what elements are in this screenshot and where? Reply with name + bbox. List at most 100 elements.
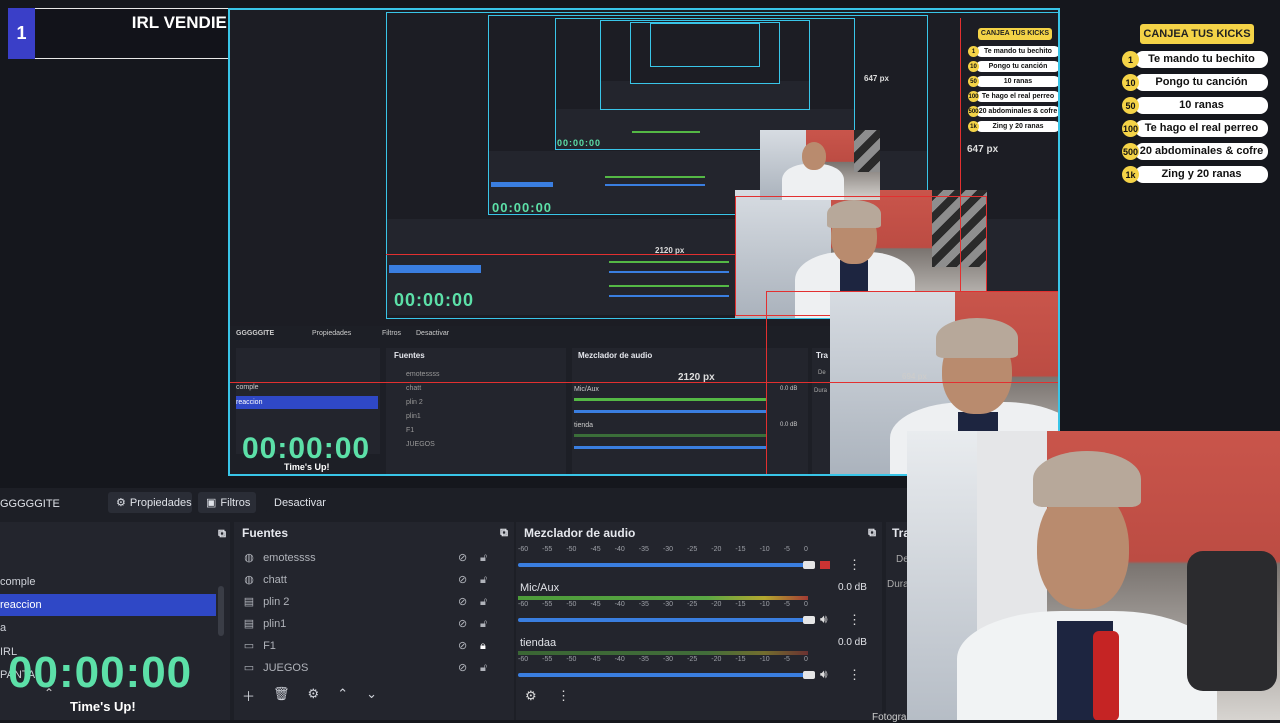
deactivate-label: Desactivar: [274, 496, 326, 509]
obs-echo-mixer-title: Mezclador de audio: [578, 351, 653, 360]
obs-echo-mic-label: Mic/Aux: [574, 386, 599, 393]
more-icon[interactable]: ⋮: [557, 688, 570, 704]
scale-tick: -5: [783, 546, 790, 553]
kick-label: 10 ranas: [1135, 97, 1268, 114]
eye-hidden-icon[interactable]: ⊘: [458, 569, 467, 591]
kick-badge: 10: [1122, 74, 1139, 91]
scale-tick: -30: [662, 546, 674, 553]
source-item[interactable]: ▤ plin1 ⊘ 🔓︎: [242, 613, 487, 635]
trash-icon[interactable]: 🗑︎: [273, 686, 290, 704]
eye-hidden-icon[interactable]: ⊘: [458, 547, 467, 569]
source-item[interactable]: ▤ plin 2 ⊘ 🔓︎: [242, 591, 487, 613]
volume-slider[interactable]: [518, 673, 808, 677]
unlock-icon[interactable]: 🔓︎: [480, 591, 487, 613]
eye-hidden-icon[interactable]: ⊘: [458, 591, 467, 613]
mixer-scale: -60 -55 -50 -45 -40 -35 -30 -25 -20 -15 -10 -5 0: [518, 601, 808, 608]
scale-tick: -10: [759, 601, 770, 608]
source-name: JUEGOS: [263, 662, 309, 674]
kick-badge: 50: [1122, 97, 1139, 114]
kick-echo-badge: 100: [968, 91, 979, 102]
lock-icon[interactable]: 🔒︎: [480, 635, 486, 657]
eye-hidden-icon[interactable]: ⊘: [458, 635, 467, 657]
kick-label: Zing y 20 ranas: [1135, 166, 1268, 183]
kick-row: 1 Te mando tu bechito: [1122, 48, 1268, 71]
obs-preview-canvas[interactable]: 00:00:00 00:00:00 00:00:00 2120 px 647 p…: [228, 8, 1060, 476]
source-name: chatt: [263, 574, 287, 586]
nested-width-label: 2120 px: [655, 246, 685, 255]
obs-echo-properties: Propiedades: [312, 330, 352, 337]
properties-button[interactable]: ⚙ Propiedades: [108, 492, 192, 513]
chevron-up-icon[interactable]: ⌃: [44, 686, 54, 700]
mixer-settings-icon[interactable]: ⚙: [525, 688, 537, 704]
undock-icon[interactable]: ⧉: [500, 522, 508, 544]
scale-tick: -35: [638, 601, 649, 608]
scene-item[interactable]: a: [0, 617, 230, 639]
more-icon[interactable]: ⋮: [848, 557, 861, 573]
more-icon[interactable]: ⋮: [848, 612, 861, 628]
scale-tick: -10: [759, 656, 770, 663]
kick-echo-label: 10 ranas: [976, 76, 1058, 87]
scale-tick: -45: [590, 546, 601, 553]
deactivate-button[interactable]: Desactivar: [266, 492, 332, 513]
undock-icon[interactable]: ⧉: [868, 522, 876, 544]
tienda-label: tiendaa: [520, 637, 557, 649]
scale-tick: -5: [783, 656, 790, 663]
source-name: emotessss: [263, 552, 316, 564]
unlock-icon[interactable]: 🔓︎: [480, 569, 487, 591]
properties-label: Propiedades: [129, 496, 192, 509]
kick-row: 10 Pongo tu canción: [1122, 71, 1268, 94]
gear-icon[interactable]: ⚙: [308, 686, 320, 704]
scale-tick: -15: [735, 656, 746, 663]
undock-icon[interactable]: ⧉: [218, 523, 226, 545]
chevron-up-icon[interactable]: ⌃: [337, 686, 348, 704]
scale-tick: -20: [711, 656, 722, 663]
volume-knob[interactable]: [803, 616, 815, 624]
obs-echo-source: emotessss: [406, 371, 440, 378]
source-item[interactable]: ◍ emotessss ⊘ 🔓︎: [242, 547, 487, 569]
chevron-down-icon[interactable]: ⌄: [366, 686, 377, 704]
scale-tick: -50: [566, 546, 577, 553]
scale-tick: -50: [566, 601, 577, 608]
volume-slider[interactable]: [518, 618, 808, 622]
eye-hidden-icon[interactable]: ⊘: [458, 657, 467, 679]
volume-knob[interactable]: [803, 561, 815, 569]
kick-echo-badge: 50: [968, 76, 979, 87]
scenes-scrollbar[interactable]: [218, 586, 224, 636]
kick-badge: 500: [1122, 143, 1139, 160]
kick-echo-label: Zing y 20 ranas: [976, 121, 1058, 132]
more-icon[interactable]: ⋮: [848, 667, 861, 683]
unlock-icon[interactable]: 🔓︎: [480, 657, 487, 679]
scene-item-selected[interactable]: reaccion: [0, 594, 216, 616]
eye-hidden-icon[interactable]: ⊘: [458, 613, 467, 635]
obs-echo-source: plin1: [406, 413, 421, 420]
scene-item[interactable]: comple: [0, 571, 230, 593]
fotogr-label: Fotogra: [872, 712, 907, 723]
kick-label: Te hago el real perreo: [1135, 120, 1268, 137]
nested-timer-3: 00:00:00: [557, 138, 602, 148]
source-item[interactable]: ◍ chatt ⊘ 🔓︎: [242, 569, 487, 591]
scale-tick: -25: [687, 656, 698, 663]
volume-knob[interactable]: [803, 671, 815, 679]
scale-tick: -35: [638, 546, 649, 553]
unlock-icon[interactable]: 🔓︎: [480, 613, 487, 635]
speaker-icon[interactable]: 🔊︎: [820, 667, 828, 682]
scale-tick: -60: [518, 656, 529, 663]
volume-slider[interactable]: [518, 563, 808, 567]
source-item[interactable]: ▭ JUEGOS ⊘ 🔓︎: [242, 657, 487, 679]
gear-icon: ⚙: [116, 497, 126, 509]
kick-badge: 1k: [1122, 166, 1139, 183]
filters-button[interactable]: ▣ Filtros: [198, 492, 256, 513]
source-item[interactable]: ▭ F1 ⊘ 🔒︎: [242, 635, 486, 657]
obs-echo-sources-title: Fuentes: [394, 351, 425, 360]
scale-tick: -55: [542, 601, 553, 608]
obs-echo-timer: 00:00:00: [242, 432, 371, 465]
unlock-icon[interactable]: 🔓︎: [480, 547, 487, 569]
kicks-echo-row: 100 Te hago el real perreo: [968, 89, 1058, 104]
nested-height-label-b: 647 px: [967, 144, 999, 155]
speaker-icon[interactable]: 🔊︎: [820, 612, 828, 627]
scale-tick: -25: [687, 601, 698, 608]
tienda-db: 0.0 dB: [838, 637, 867, 648]
add-icon[interactable]: ＋: [242, 686, 255, 704]
kick-echo-label: Te hago el real perreo: [976, 91, 1058, 102]
kick-label: Pongo tu canción: [1135, 74, 1268, 91]
